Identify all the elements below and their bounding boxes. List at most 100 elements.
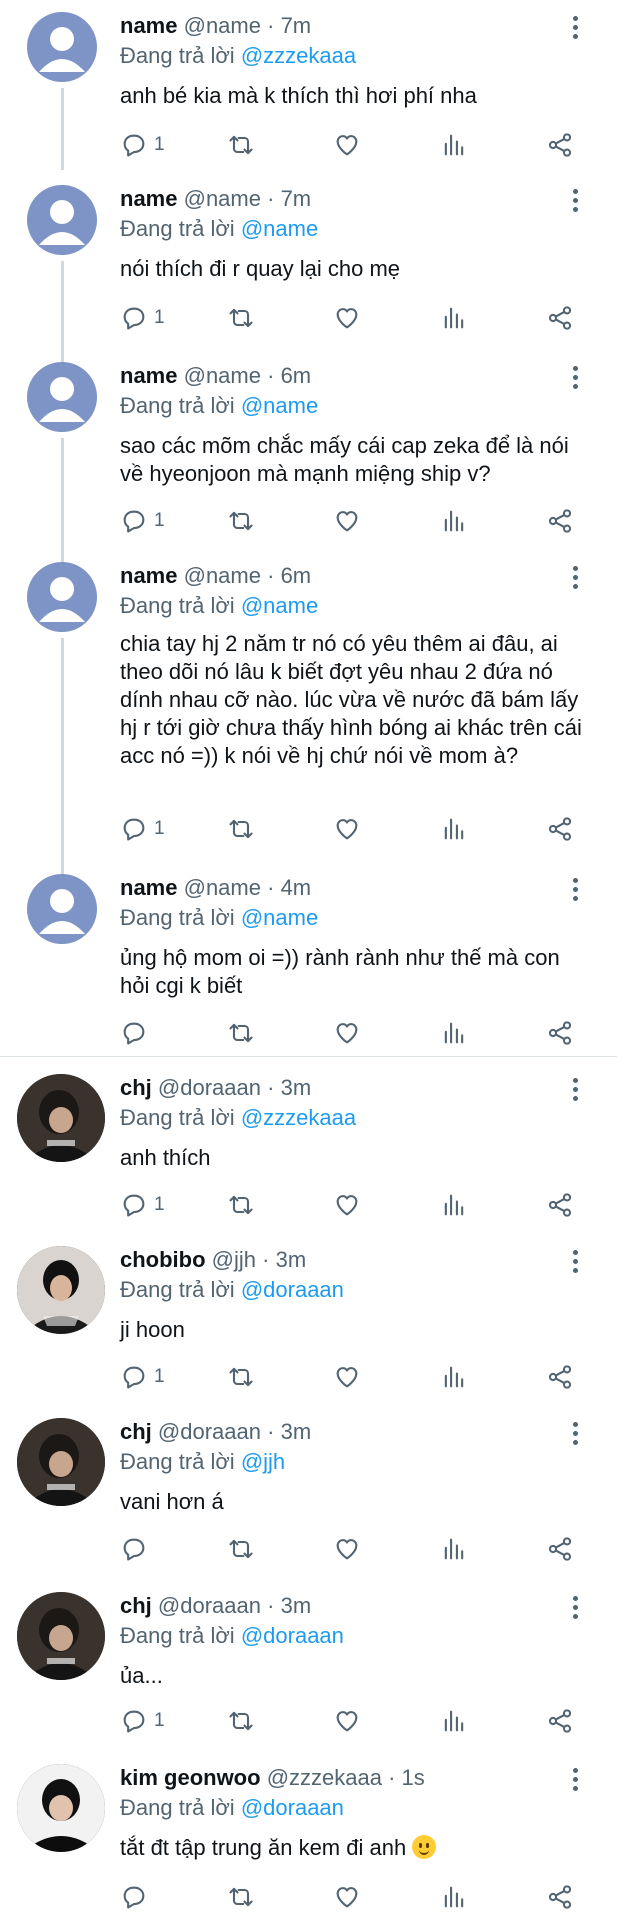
- display-name[interactable]: chj: [120, 1075, 152, 1100]
- views-button[interactable]: [440, 1016, 468, 1050]
- views-button[interactable]: [440, 301, 468, 335]
- user-handle[interactable]: @name: [184, 363, 261, 388]
- default-avatar[interactable]: [27, 362, 97, 432]
- profile-photo-avatar[interactable]: [17, 1764, 105, 1852]
- retweet-button[interactable]: [227, 1532, 255, 1566]
- user-handle[interactable]: @doraaan: [158, 1593, 261, 1618]
- user-handle[interactable]: @doraaan: [158, 1419, 261, 1444]
- like-button[interactable]: [333, 1880, 361, 1914]
- like-button[interactable]: [333, 1360, 361, 1394]
- reply-button[interactable]: [120, 1880, 154, 1914]
- views-button[interactable]: [440, 812, 468, 846]
- mention-link[interactable]: @zzzekaaa: [241, 43, 356, 68]
- display-name[interactable]: name: [120, 13, 177, 38]
- more-options-icon[interactable]: [568, 1596, 582, 1622]
- profile-photo-avatar[interactable]: [17, 1246, 105, 1334]
- reply-button[interactable]: 1: [120, 1188, 165, 1222]
- more-options-icon[interactable]: [568, 16, 582, 42]
- share-button[interactable]: [546, 812, 574, 846]
- like-button[interactable]: [333, 301, 361, 335]
- retweet-button[interactable]: [227, 1016, 255, 1050]
- display-name[interactable]: name: [120, 875, 177, 900]
- mention-link[interactable]: @doraaan: [241, 1795, 344, 1820]
- profile-photo-avatar[interactable]: [17, 1418, 105, 1506]
- reply-button[interactable]: 1: [120, 1360, 165, 1394]
- more-options-icon[interactable]: [568, 189, 582, 215]
- timestamp[interactable]: 3m: [281, 1075, 312, 1100]
- mention-link[interactable]: @doraaan: [241, 1277, 344, 1302]
- display-name[interactable]: name: [120, 186, 177, 211]
- share-button[interactable]: [546, 504, 574, 538]
- reply-button[interactable]: 1: [120, 301, 165, 335]
- default-avatar[interactable]: [27, 12, 97, 82]
- like-button[interactable]: [333, 504, 361, 538]
- like-button[interactable]: [333, 1704, 361, 1738]
- more-options-icon[interactable]: [568, 878, 582, 904]
- user-handle[interactable]: @doraaan: [158, 1075, 261, 1100]
- more-options-icon[interactable]: [568, 1078, 582, 1104]
- reply-button[interactable]: [120, 1016, 154, 1050]
- display-name[interactable]: name: [120, 563, 177, 588]
- profile-photo-avatar[interactable]: [17, 1074, 105, 1162]
- like-button[interactable]: [333, 1188, 361, 1222]
- mention-link[interactable]: @zzzekaaa: [241, 1105, 356, 1130]
- user-handle[interactable]: @name: [184, 186, 261, 211]
- more-options-icon[interactable]: [568, 1250, 582, 1276]
- more-options-icon[interactable]: [568, 1422, 582, 1448]
- more-options-icon[interactable]: [568, 366, 582, 392]
- timestamp[interactable]: 7m: [281, 186, 312, 211]
- share-button[interactable]: [546, 1880, 574, 1914]
- views-button[interactable]: [440, 1360, 468, 1394]
- like-button[interactable]: [333, 1532, 361, 1566]
- retweet-button[interactable]: [227, 1704, 255, 1738]
- share-button[interactable]: [546, 1704, 574, 1738]
- retweet-button[interactable]: [227, 504, 255, 538]
- share-button[interactable]: [546, 1532, 574, 1566]
- like-button[interactable]: [333, 1016, 361, 1050]
- timestamp[interactable]: 6m: [281, 363, 312, 388]
- reply-button[interactable]: 1: [120, 812, 165, 846]
- default-avatar[interactable]: [27, 185, 97, 255]
- reply-button[interactable]: [120, 1532, 154, 1566]
- user-handle[interactable]: @name: [184, 875, 261, 900]
- timestamp[interactable]: 6m: [281, 563, 312, 588]
- views-button[interactable]: [440, 1704, 468, 1738]
- display-name[interactable]: kim geonwoo: [120, 1765, 261, 1790]
- display-name[interactable]: chj: [120, 1419, 152, 1444]
- mention-link[interactable]: @jjh: [241, 1449, 285, 1474]
- retweet-button[interactable]: [227, 128, 255, 162]
- user-handle[interactable]: @name: [184, 563, 261, 588]
- retweet-button[interactable]: [227, 1880, 255, 1914]
- display-name[interactable]: chj: [120, 1593, 152, 1618]
- like-button[interactable]: [333, 812, 361, 846]
- share-button[interactable]: [546, 1360, 574, 1394]
- timestamp[interactable]: 1s: [402, 1765, 425, 1790]
- views-button[interactable]: [440, 1532, 468, 1566]
- timestamp[interactable]: 4m: [281, 875, 312, 900]
- timestamp[interactable]: 3m: [281, 1593, 312, 1618]
- user-handle[interactable]: @name: [184, 13, 261, 38]
- share-button[interactable]: [546, 128, 574, 162]
- share-button[interactable]: [546, 1016, 574, 1050]
- reply-button[interactable]: 1: [120, 1704, 165, 1738]
- more-options-icon[interactable]: [568, 566, 582, 592]
- mention-link[interactable]: @name: [241, 593, 318, 618]
- retweet-button[interactable]: [227, 1360, 255, 1394]
- reply-button[interactable]: 1: [120, 128, 165, 162]
- share-button[interactable]: [546, 301, 574, 335]
- display-name[interactable]: name: [120, 363, 177, 388]
- mention-link[interactable]: @doraaan: [241, 1623, 344, 1648]
- timestamp[interactable]: 7m: [281, 13, 312, 38]
- views-button[interactable]: [440, 1880, 468, 1914]
- profile-photo-avatar[interactable]: [17, 1592, 105, 1680]
- retweet-button[interactable]: [227, 1188, 255, 1222]
- user-handle[interactable]: @zzzekaaa: [267, 1765, 382, 1790]
- default-avatar[interactable]: [27, 874, 97, 944]
- mention-link[interactable]: @name: [241, 393, 318, 418]
- user-handle[interactable]: @jjh: [212, 1247, 256, 1272]
- mention-link[interactable]: @name: [241, 905, 318, 930]
- timestamp[interactable]: 3m: [281, 1419, 312, 1444]
- display-name[interactable]: chobibo: [120, 1247, 206, 1272]
- like-button[interactable]: [333, 128, 361, 162]
- share-button[interactable]: [546, 1188, 574, 1222]
